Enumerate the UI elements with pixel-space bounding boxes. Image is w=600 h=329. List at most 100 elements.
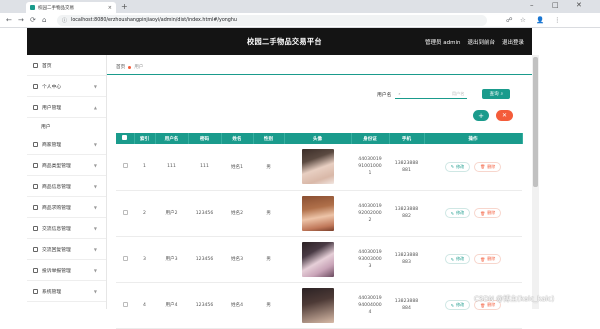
avatar <box>301 241 334 277</box>
browser-menu-icon[interactable]: ⋮ <box>554 16 561 24</box>
sidebar-item-exchange-info-management[interactable]: 交流信息管理 ▼ <box>27 218 106 239</box>
scrollbar-thumb[interactable] <box>533 57 538 187</box>
edit-button[interactable]: ✎ 修改 <box>444 254 471 264</box>
sidebar-item-home[interactable]: 首页 <box>27 55 106 76</box>
search-icon: ⌕ <box>398 91 401 96</box>
home-icon[interactable]: ⌂ <box>42 16 46 24</box>
trash-icon: 🗑 <box>480 256 486 262</box>
table-header-row: 索引 用户名 密码 姓名 性别 头像 身份证 手机 操作 <box>116 133 523 144</box>
cell-idcard: 44030019 93003000 3 <box>351 236 389 283</box>
delete-label: 删除 <box>487 210 496 215</box>
breadcrumb-home[interactable]: 首页 <box>116 64 125 70</box>
table-row: 2 用户2 123456 姓名2 男 44030019 92002000 2 13823888 8… <box>116 190 522 237</box>
table-row: 1 111 111 姓名1 男 44030019 91001000 1 13823888 881 ✎… <box>116 144 522 191</box>
complaint-icon <box>33 267 38 273</box>
sidebar-item-system-management[interactable]: 系统管理 ▼ <box>27 281 106 302</box>
checkbox-icon <box>122 301 128 307</box>
cell-name: 姓名2 <box>221 190 253 237</box>
cell-password: 111 <box>188 144 221 191</box>
users-icon <box>33 104 38 110</box>
row-checkbox[interactable] <box>116 144 134 191</box>
cell-phone: 13823888 882 <box>389 190 424 237</box>
checkbox-icon <box>122 163 128 169</box>
sidebar-item-goods-info-management[interactable]: 商品信息管理 ▼ <box>27 176 106 197</box>
cell-username: 111 <box>155 144 188 191</box>
cell-password: 123456 <box>188 282 221 329</box>
tab-close-icon[interactable]: × <box>108 5 112 11</box>
edit-icon: ✎ <box>450 164 455 170</box>
edit-button[interactable]: ✎ 修改 <box>444 161 471 172</box>
back-icon[interactable]: ← <box>6 16 12 24</box>
avatar <box>301 195 334 231</box>
browser-tab[interactable]: 校园二手物品交易 × <box>26 2 116 13</box>
column-header: 身份证 <box>351 133 390 144</box>
column-header: 性别 <box>253 133 285 144</box>
chevron-down-icon: ▼ <box>93 205 97 210</box>
cell-password: 123456 <box>188 190 221 237</box>
row-checkbox[interactable] <box>116 236 134 283</box>
minimize-button[interactable]: – <box>530 1 534 9</box>
sidebar-item-label: 用户管理 <box>42 105 62 111</box>
share-icon[interactable]: ☍ <box>506 16 513 24</box>
close-window-button[interactable]: ✕ <box>576 1 582 9</box>
cell-actions: ✎ 修改 🗑 删除 <box>424 236 522 283</box>
chevron-down-icon: ▼ <box>93 226 97 231</box>
edit-icon: ✎ <box>450 256 455 262</box>
delete-button[interactable]: 🗑 删除 <box>474 208 502 218</box>
delete-button[interactable]: 🗑 删除 <box>474 161 502 172</box>
edit-button[interactable]: ✎ 修改 <box>444 208 471 218</box>
column-header: 索引 <box>134 133 156 144</box>
row-checkbox[interactable] <box>116 282 134 329</box>
add-button[interactable]: + <box>473 110 489 121</box>
goods-icon <box>33 183 38 189</box>
batch-delete-button[interactable]: ✕ <box>496 110 513 121</box>
column-header: 手机 <box>389 133 425 144</box>
table-row: 4 用户4 123456 姓名4 男 44030019 94004000 4 13823888 8… <box>116 282 522 329</box>
cell-phone: 13823888 883 <box>389 236 424 283</box>
column-header: 头像 <box>284 133 352 144</box>
address-bar: ← → ⟳ ⌂ ⓘ localhost:8080/erzhoushangpinj… <box>0 13 600 28</box>
sidebar-item-goods-wanted-management[interactable]: 商品求购管理 ▼ <box>27 197 106 218</box>
sidebar-item-merchant-management[interactable]: 商家管理 ▼ <box>27 134 106 155</box>
reload-icon[interactable]: ⟳ <box>30 16 36 24</box>
row-checkbox[interactable] <box>116 190 134 237</box>
current-user-label: 管理员 admin <box>424 40 461 46</box>
sidebar-item-goods-type-management[interactable]: 商品类型管理 ▼ <box>27 155 106 176</box>
new-tab-button[interactable]: + <box>121 2 128 11</box>
sidebar-item-profile[interactable]: 个人中心 ▼ <box>27 76 106 97</box>
username-search-input[interactable]: ⌕ 用户名 <box>395 89 468 99</box>
logout-link[interactable]: 退出登录 <box>502 38 524 46</box>
bookmark-star-icon[interactable]: ☆ <box>520 16 526 24</box>
breadcrumb-current: 用户 <box>134 65 144 70</box>
maximize-button[interactable]: □ <box>552 1 559 9</box>
sidebar-subitem-users[interactable]: 用户 <box>27 118 106 134</box>
site-info-icon[interactable]: ⓘ <box>62 17 67 24</box>
cell-avatar <box>284 236 351 283</box>
chevron-down-icon: ▼ <box>93 184 97 189</box>
select-all-checkbox[interactable] <box>116 133 135 144</box>
settings-icon <box>33 288 38 294</box>
forward-icon[interactable]: → <box>18 16 24 24</box>
cell-phone: 13823888 884 <box>389 282 424 329</box>
home-icon <box>33 62 38 68</box>
delete-button[interactable]: 🗑 删除 <box>474 254 502 264</box>
profile-icon[interactable]: 👤 <box>536 16 544 24</box>
cell-idcard: 44030019 92002000 2 <box>351 190 389 237</box>
watermark: CSDN @博主(kalc_kalc) <box>474 295 555 303</box>
sidebar-item-exchange-reply-management[interactable]: 交流回复管理 ▼ <box>27 239 106 260</box>
cell-avatar <box>284 282 351 329</box>
page-scrollbar[interactable] <box>532 55 539 309</box>
sidebar-item-user-management[interactable]: 用户管理 ▲ <box>27 97 106 118</box>
cell-name: 姓名3 <box>221 236 253 283</box>
url-input[interactable]: ⓘ localhost:8080/erzhoushangpinjiaoyi/ad… <box>57 15 487 26</box>
search-button[interactable]: 查询 ⌕ <box>482 89 511 99</box>
edit-label: 修改 <box>456 302 465 307</box>
back-to-front-link[interactable]: 退出到前台 <box>467 38 495 46</box>
sidebar-item-complaint-management[interactable]: 投诉举报管理 ▼ <box>27 260 106 281</box>
sidebar-item-label: 商品类型管理 <box>42 163 71 169</box>
cell-actions: ✎ 修改 🗑 删除 <box>424 190 522 237</box>
cell-name: 姓名1 <box>221 144 253 191</box>
column-header: 密码 <box>188 133 222 144</box>
sidebar-subitem-label: 用户 <box>41 124 51 130</box>
chat-icon <box>33 225 38 231</box>
